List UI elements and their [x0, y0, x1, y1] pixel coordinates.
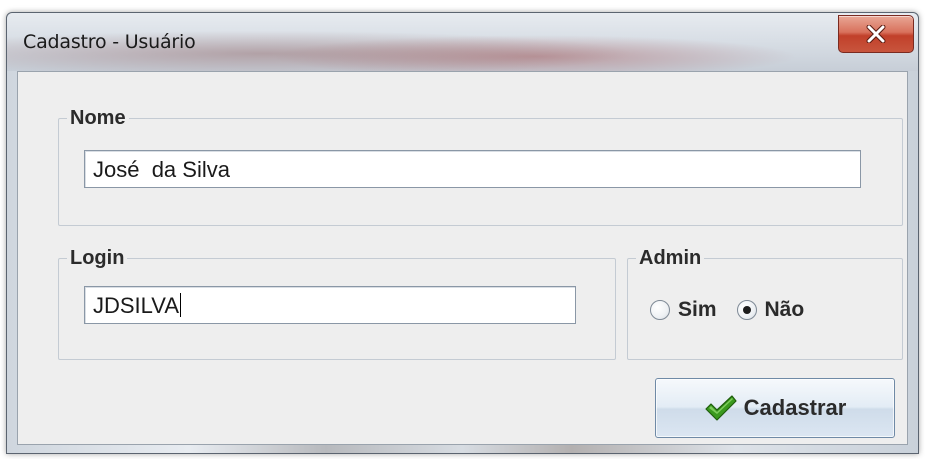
cadastrar-button[interactable]: Cadastrar [655, 378, 895, 438]
admin-radio-group: Sim Não [650, 298, 824, 322]
close-x-icon [866, 25, 886, 43]
radio-nao[interactable]: Não [736, 298, 805, 322]
dialog-window: Cadastro - Usuário Nome José da Silva Lo… [6, 12, 919, 454]
green-check-icon [704, 394, 738, 422]
text-caret [180, 293, 181, 317]
login-input[interactable]: JDSILVA [84, 286, 576, 324]
radio-nao-label: Não [764, 298, 805, 321]
radio-sim-label: Sim [678, 298, 717, 321]
radio-nao-button[interactable] [736, 300, 757, 320]
admin-legend: Admin [639, 247, 702, 269]
cadastrar-label: Cadastrar [743, 395, 847, 420]
dialog-content: Nome José da Silva Login JDSILVA Admin S… [17, 71, 908, 445]
nome-legend: Nome [70, 107, 126, 129]
nome-input-value: José da Silva [93, 157, 230, 182]
close-button[interactable] [838, 15, 914, 53]
window-title: Cadastro - Usuário [23, 31, 196, 53]
login-input-value: JDSILVA [93, 293, 179, 318]
radio-sim-button[interactable] [650, 300, 670, 320]
radio-sim[interactable]: Sim [650, 298, 717, 322]
title-bar[interactable]: Cadastro - Usuário [7, 13, 918, 71]
nome-input[interactable]: José da Silva [84, 150, 861, 188]
login-legend: Login [70, 247, 125, 269]
